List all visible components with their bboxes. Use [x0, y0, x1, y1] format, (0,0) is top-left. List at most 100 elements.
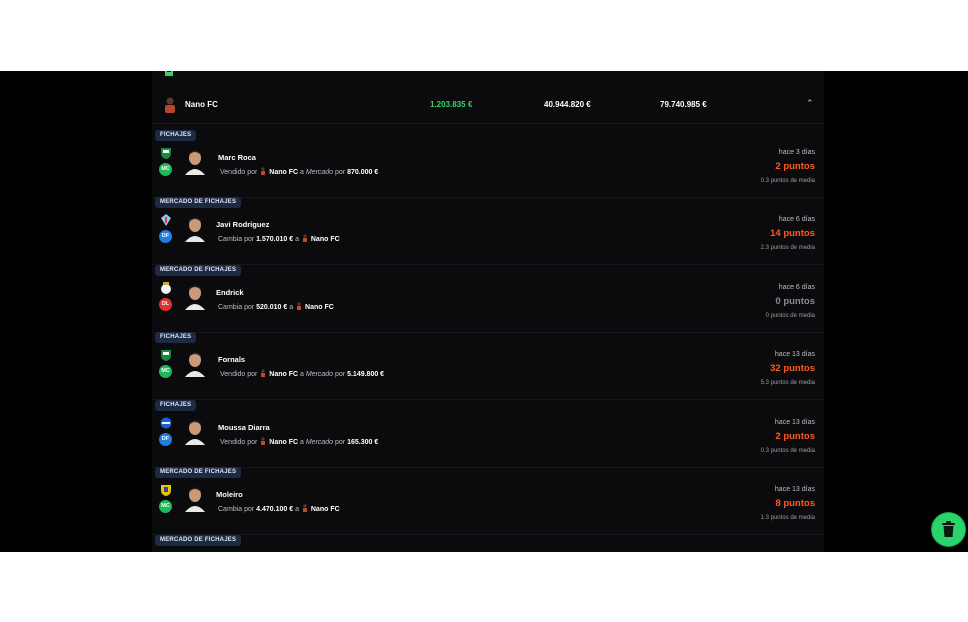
player-name[interactable]: Moleiro	[216, 490, 243, 499]
desc-amount: 870.000 €	[347, 169, 379, 176]
desc-market: Mercado	[305, 371, 334, 378]
entry-badge: MERCADO DE FICHAJES	[155, 467, 242, 478]
list-item[interactable]: MERCADO DE FICHAJES MC Moleiro Cambia por …	[152, 467, 824, 535]
desc-text: Vendido por	[220, 169, 260, 176]
points-average: 5.3 puntos de media	[760, 380, 815, 386]
player-photo[interactable]	[184, 149, 206, 175]
position-badge: DL	[159, 298, 172, 311]
points: 2 puntos	[775, 161, 815, 172]
desc-amount: 5.149.800 €	[347, 371, 385, 378]
team-balance: 1.203.835 €	[430, 100, 473, 109]
entry-badge: FICHAJES	[155, 400, 197, 411]
player-name[interactable]: Javi Rodríguez	[216, 220, 269, 229]
entry-badge: MERCADO DE FICHAJES	[155, 265, 242, 276]
team-name: Nano FC	[185, 100, 218, 109]
desc-team[interactable]: Nano FC	[311, 236, 340, 243]
player-name[interactable]: Endrick	[216, 288, 244, 297]
points-average: 0.3 puntos de media	[760, 448, 815, 454]
transfer-description: Vendido por Nano FC a Mercado por 165.30…	[220, 437, 379, 446]
desc-team[interactable]: Nano FC	[269, 371, 298, 378]
position-badge: MC	[159, 163, 172, 176]
desc-text: Cambia por	[218, 506, 257, 513]
celta-crest-icon	[161, 214, 171, 226]
desc-market: Mercado	[305, 439, 334, 446]
player-photo[interactable]	[184, 284, 206, 310]
betis-crest-icon	[161, 148, 171, 159]
team-value: 40.944.820 €	[544, 100, 591, 109]
position-badge: MC	[159, 365, 172, 378]
manager-avatar-icon	[261, 437, 266, 445]
desc-team[interactable]: Nano FC	[269, 439, 298, 446]
list-item[interactable]: FICHAJES MC Marc Roca Vendido por Nano FC …	[152, 130, 824, 198]
betis-crest-icon	[161, 350, 171, 361]
desc-text: Cambia por	[218, 236, 257, 243]
villarreal-crest-icon	[161, 485, 171, 496]
points: 8 puntos	[775, 498, 815, 509]
position-badge: MC	[159, 500, 172, 513]
desc-text: Vendido por	[220, 371, 260, 378]
entry-badge: MERCADO DE FICHAJES	[155, 535, 242, 546]
team-crest-icon	[165, 71, 173, 76]
desc-text: Cambia por	[218, 304, 257, 311]
manager-avatar-icon	[297, 302, 302, 310]
entry-badge: FICHAJES	[155, 130, 197, 141]
position-badge: DF	[159, 433, 172, 446]
team-max-bid: 79.740.985 €	[660, 100, 707, 109]
points: 0 puntos	[775, 296, 815, 307]
player-name[interactable]: Moussa Diarra	[218, 423, 270, 432]
timestamp: hace 3 días	[778, 149, 815, 156]
player-photo[interactable]	[184, 351, 206, 377]
desc-market: Mercado	[305, 169, 334, 176]
manager-avatar-icon	[165, 97, 175, 113]
points: 32 puntos	[770, 363, 815, 374]
player-photo[interactable]	[184, 216, 206, 242]
list-item[interactable]: MERCADO DE FICHAJES DL Endrick Cambia por …	[152, 265, 824, 333]
points: 2 puntos	[775, 431, 815, 442]
chevron-up-icon[interactable]: ⌃	[806, 98, 814, 109]
points: 14 puntos	[770, 228, 815, 239]
list-item[interactable]: MERCADO DE FICHAJES DF Javi Rodríguez Camb…	[152, 197, 824, 265]
timestamp: hace 13 días	[774, 351, 815, 358]
activity-stage: Nano FC 1.203.835 € 40.944.820 € 79.740.…	[0, 71, 968, 552]
timestamp: hace 6 días	[778, 284, 815, 291]
list-item: MERCADO DE FICHAJES	[152, 535, 824, 552]
timestamp: hace 6 días	[778, 216, 815, 223]
manager-avatar-icon	[302, 504, 307, 512]
timestamp: hace 13 días	[774, 486, 815, 493]
desc-amount: 165.300 €	[347, 439, 379, 446]
points-average: 1.3 puntos de media	[760, 515, 815, 521]
manager-avatar-icon	[302, 234, 307, 242]
desc-team[interactable]: Nano FC	[305, 304, 334, 311]
transfer-description: Vendido por Nano FC a Mercado por 5.149.…	[220, 369, 385, 378]
timestamp: hace 13 días	[774, 419, 815, 426]
transfer-description: Cambia por 520.010 € a Nano FC	[218, 302, 334, 311]
points-average: 0 puntos de media	[765, 313, 815, 319]
trash-can-icon	[942, 521, 955, 537]
player-photo[interactable]	[184, 486, 206, 512]
manager-avatar-icon	[261, 167, 266, 175]
team-row[interactable]: Nano FC 1.203.835 € 40.944.820 € 79.740.…	[152, 89, 824, 124]
transfer-description: Cambia por 4.470.100 € a Nano FC	[218, 504, 340, 513]
list-item[interactable]: FICHAJES MC Fornals Vendido por Nano FC a …	[152, 332, 824, 400]
transfer-description: Vendido por Nano FC a Mercado por 870.00…	[220, 167, 379, 176]
trash-button[interactable]	[932, 513, 965, 546]
player-name[interactable]: Marc Roca	[218, 153, 256, 162]
manager-avatar-icon	[261, 369, 266, 377]
desc-team[interactable]: Nano FC	[269, 169, 298, 176]
desc-amount: 1.570.010 €	[256, 236, 294, 243]
transfers-panel: Nano FC 1.203.835 € 40.944.820 € 79.740.…	[152, 71, 824, 552]
transfer-description: Cambia por 1.570.010 € a Nano FC	[218, 234, 340, 243]
list-item[interactable]: FICHAJES DF Moussa Diarra Vendido por Nano…	[152, 400, 824, 468]
points-average: 0.3 puntos de media	[760, 178, 815, 184]
desc-amount: 4.470.100 €	[256, 506, 294, 513]
entry-badge: FICHAJES	[155, 332, 197, 343]
desc-amount: 520.010 €	[256, 304, 288, 311]
points-average: 2.3 puntos de media	[760, 245, 815, 251]
desc-team[interactable]: Nano FC	[311, 506, 340, 513]
entry-badge: MERCADO DE FICHAJES	[155, 197, 242, 208]
desc-text: Vendido por	[220, 439, 260, 446]
position-badge: DF	[159, 230, 172, 243]
player-name[interactable]: Fornals	[218, 355, 245, 364]
player-photo[interactable]	[184, 419, 206, 445]
real-madrid-crest-icon	[161, 282, 171, 294]
